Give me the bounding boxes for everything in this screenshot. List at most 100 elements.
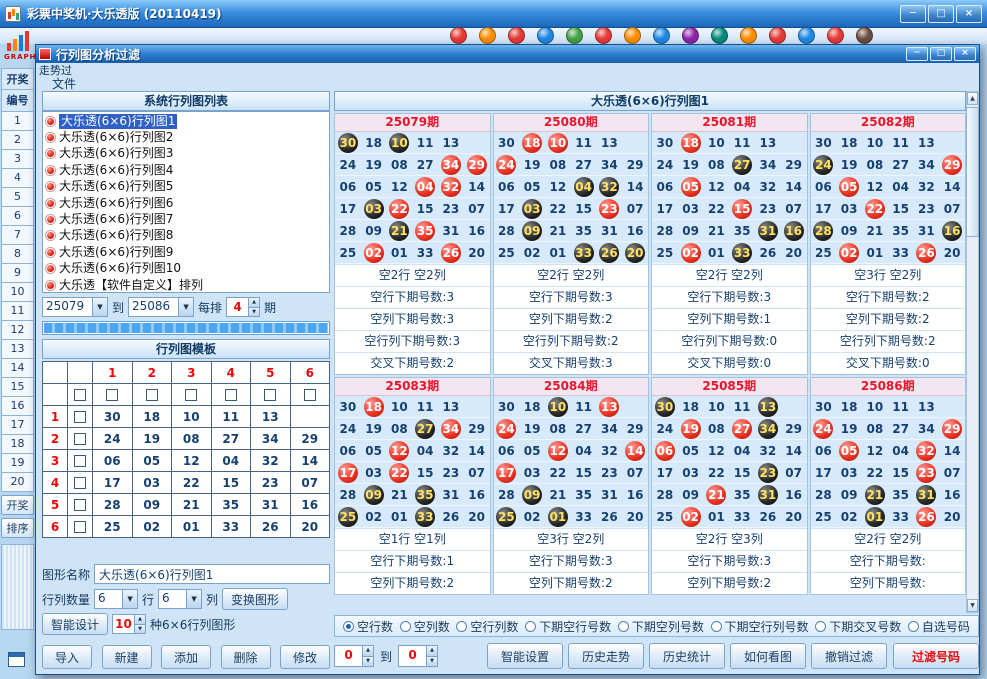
filter-option[interactable]: 空行列数 [456,618,518,635]
trend-filter-tab[interactable]: 走势过 [39,64,72,77]
lottery-ball-icon[interactable] [711,27,728,44]
radio-icon[interactable] [400,621,411,632]
layout-list-item[interactable]: 大乐透(6×6)行列图8 [43,228,329,244]
lottery-ball-icon[interactable] [624,27,641,44]
layout-list-item[interactable]: 大乐透(6×6)行列图9 [43,244,329,260]
lottery-ball-icon[interactable] [566,27,583,44]
checkbox[interactable] [264,389,276,401]
checkbox[interactable] [304,389,316,401]
dropdown-arrow-icon[interactable]: ▼ [92,298,107,316]
lottery-ball-icon[interactable] [479,27,496,44]
smart-design-spinner[interactable]: 10 ▲ ▼ [112,614,146,634]
scroll-up-icon[interactable]: ▲ [967,92,978,105]
dialog-maximize-icon[interactable]: □ [930,47,952,61]
checkbox[interactable] [74,477,86,489]
radio-icon[interactable] [456,621,467,632]
checkbox[interactable] [74,499,86,511]
maximize-icon[interactable]: □ [928,5,954,23]
checkbox[interactable] [74,389,86,401]
filter-option[interactable]: 空列数 [400,618,450,635]
scroll-down-icon[interactable]: ▼ [967,599,978,612]
layout-list-item[interactable]: 大乐透【软件自定义】排列 [43,277,329,293]
filter-option[interactable]: 下期空行号数 [525,618,611,635]
layout-list-item[interactable]: 大乐透(6×6)行列图7 [43,211,329,227]
lottery-ball-icon[interactable] [856,27,873,44]
close-icon[interactable]: × [956,5,982,23]
layout-list-item[interactable]: 大乐透(6×6)行列图5 [43,179,329,195]
smart-design-button[interactable]: 智能设计 [42,613,108,635]
checkbox[interactable] [74,433,86,445]
radio-icon[interactable] [343,621,354,632]
bottom-button[interactable]: 历史走势 [568,643,644,669]
scrollbar-thumb[interactable] [966,107,979,237]
dropdown-arrow-icon[interactable]: ▼ [186,590,201,608]
minimize-icon[interactable]: ─ [900,5,926,23]
radio-icon[interactable] [815,621,826,632]
action-button[interactable]: 新建 [102,645,152,669]
lottery-ball-icon[interactable] [740,27,757,44]
dialog-close-icon[interactable]: × [954,47,976,61]
graph-name-input[interactable]: 大乐透(6×6)行列图1 [94,564,330,584]
spin-up-icon[interactable]: ▲ [363,646,373,657]
bottom-button[interactable]: 智能设置 [487,643,563,669]
dialog-minimize-icon[interactable]: ─ [906,47,928,61]
spin-up-icon[interactable]: ▲ [135,615,145,625]
transform-graph-button[interactable]: 变换图形 [222,588,288,610]
filter-to-spinner[interactable]: 0 ▲ ▼ [398,645,438,667]
filter-option[interactable]: 下期空列号数 [618,618,704,635]
spin-down-icon[interactable]: ▼ [363,657,373,667]
bottom-button[interactable]: 撤销过滤 [811,643,887,669]
filter-from-spinner[interactable]: 0 ▲ ▼ [334,645,374,667]
rows-select[interactable]: 6 ▼ [94,589,138,609]
dropdown-arrow-icon[interactable]: ▼ [178,298,193,316]
period-from-select[interactable]: 25079 ▼ [42,297,108,317]
checkbox[interactable] [185,389,197,401]
lottery-ball-icon[interactable] [653,27,670,44]
filter-option[interactable]: 自选号码 [908,618,970,635]
lottery-ball-icon[interactable] [450,27,467,44]
dropdown-arrow-icon[interactable]: ▼ [122,590,137,608]
radio-icon[interactable] [711,621,722,632]
lottery-ball-icon[interactable] [508,27,525,44]
action-button[interactable]: 修改 [280,645,330,669]
action-button[interactable]: 添加 [161,645,211,669]
lottery-ball-icon[interactable] [798,27,815,44]
layout-list-item[interactable]: 大乐透(6×6)行列图1 [43,113,329,129]
spin-up-icon[interactable]: ▲ [427,646,437,657]
layout-list-item[interactable]: 大乐透(6×6)行列图2 [43,129,329,145]
lottery-ball-icon[interactable] [595,27,612,44]
filter-numbers-button[interactable]: 过滤号码 [893,643,979,669]
spin-up-icon[interactable]: ▲ [249,298,259,308]
checkbox[interactable] [74,455,86,467]
bottom-button[interactable]: 历史统计 [649,643,725,669]
spin-down-icon[interactable]: ▼ [427,657,437,667]
radio-icon[interactable] [908,621,919,632]
period-to-select[interactable]: 25086 ▼ [128,297,194,317]
checkbox[interactable] [74,521,86,533]
lottery-ball-icon[interactable] [827,27,844,44]
radio-icon[interactable] [525,621,536,632]
checkbox[interactable] [74,411,86,423]
radio-icon[interactable] [618,621,629,632]
lottery-ball-icon[interactable] [769,27,786,44]
lottery-ball-icon[interactable] [537,27,554,44]
scrollbar-track[interactable] [967,105,978,599]
spin-down-icon[interactable]: ▼ [135,625,145,634]
draw-button[interactable]: 开奖 [1,495,34,515]
filter-option[interactable]: 下期交叉号数 [815,618,901,635]
filter-option[interactable]: 下期空行列号数 [711,618,809,635]
layout-list-item[interactable]: 大乐透(6×6)行列图6 [43,195,329,211]
checkbox[interactable] [225,389,237,401]
bottom-button[interactable]: 如何看图 [730,643,806,669]
checkbox[interactable] [146,389,158,401]
spin-down-icon[interactable]: ▼ [249,308,259,317]
layout-list-item[interactable]: 大乐透(6×6)行列图3 [43,146,329,162]
scrollbar[interactable]: ▲ ▼ [966,91,979,613]
action-button[interactable]: 导入 [42,645,92,669]
lottery-ball-icon[interactable] [682,27,699,44]
layout-list-item[interactable]: 大乐透(6×6)行列图4 [43,162,329,178]
per-row-spinner[interactable]: 4 ▲ ▼ [226,297,260,317]
layout-list-item[interactable]: 大乐透(6×6)行列图10 [43,261,329,277]
action-button[interactable]: 删除 [221,645,271,669]
checkbox[interactable] [106,389,118,401]
